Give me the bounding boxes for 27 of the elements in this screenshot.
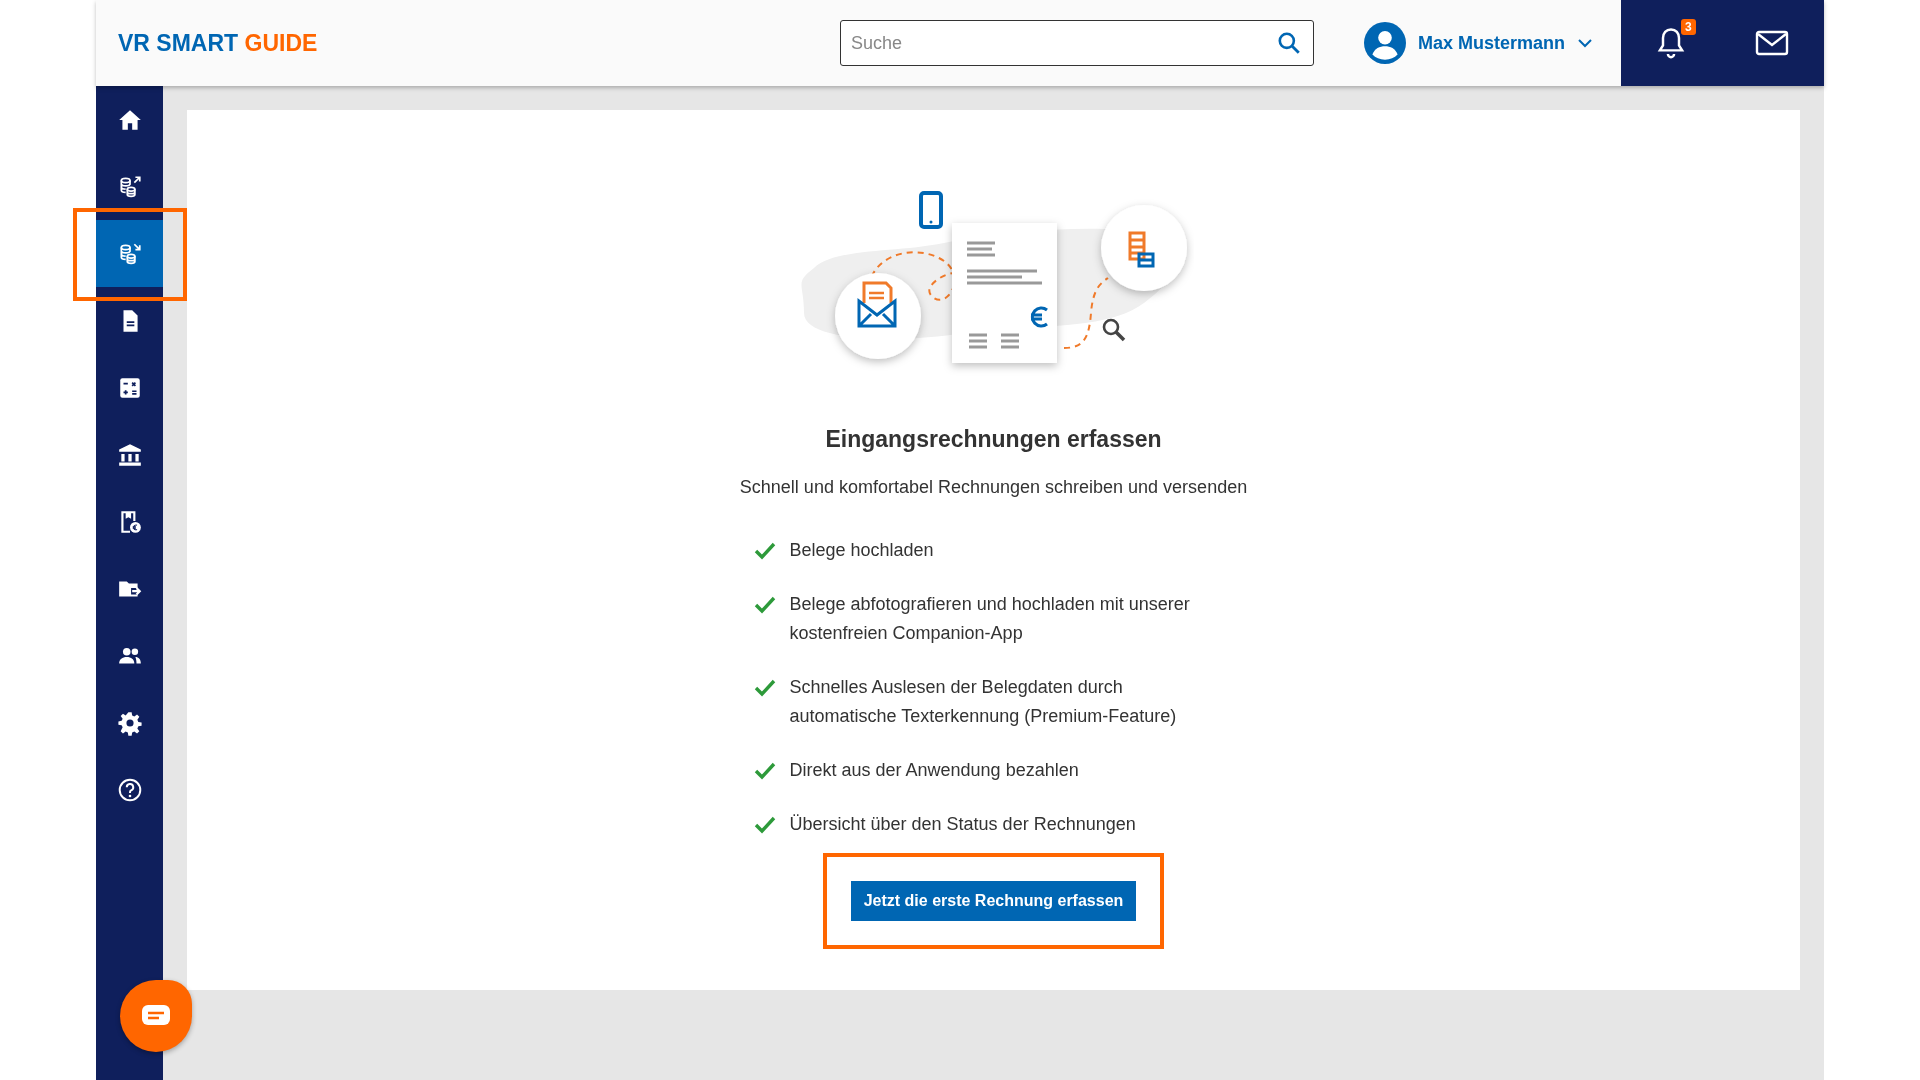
avatar-icon: [1363, 22, 1406, 64]
page-subtitle: Schnell und komfortabel Rechnungen schreiben und versenden: [739, 477, 1248, 498]
feature-text: Übersicht über den Status der Rechnungen: [789, 813, 1136, 836]
check-icon: [753, 762, 776, 780]
search-field[interactable]: Suche: [839, 20, 1314, 66]
feature-text: Belege abfotografieren und hochladen mit unserer kostenfreien Companion-App: [789, 593, 1191, 645]
logo-text: VR SMART: [118, 29, 239, 56]
bank-icon: [116, 441, 143, 468]
check-icon: [753, 542, 776, 560]
notification-count: 3: [1681, 19, 1696, 35]
page-title: Eingangsrechnungen erfassen: [825, 426, 1162, 453]
help-icon: [116, 776, 143, 803]
feature-text: Schnelles Auslesen der Belegdaten durch automatische Texterkennung (Premium-Feature): [789, 676, 1178, 728]
settings-icon: [116, 709, 143, 736]
create-invoice-button[interactable]: Jetzt die erste Rechnung erfassen: [850, 881, 1137, 921]
check-icon: [753, 596, 776, 614]
check-icon: [753, 679, 776, 697]
feature-text: Belege hochladen: [789, 539, 934, 562]
bell-icon: [1655, 27, 1686, 59]
logo-text: GUIDE: [244, 29, 318, 56]
chevron-icon: [1577, 38, 1593, 48]
user-menu[interactable]: Max Mustermann: [1363, 22, 1593, 64]
feature-text: Direkt aus der Anwendung bezahlen: [789, 759, 1079, 782]
chat-icon: [141, 1004, 171, 1028]
check-icon: [753, 816, 776, 834]
chat-button[interactable]: [120, 980, 192, 1052]
mail-icon: [1755, 30, 1790, 56]
